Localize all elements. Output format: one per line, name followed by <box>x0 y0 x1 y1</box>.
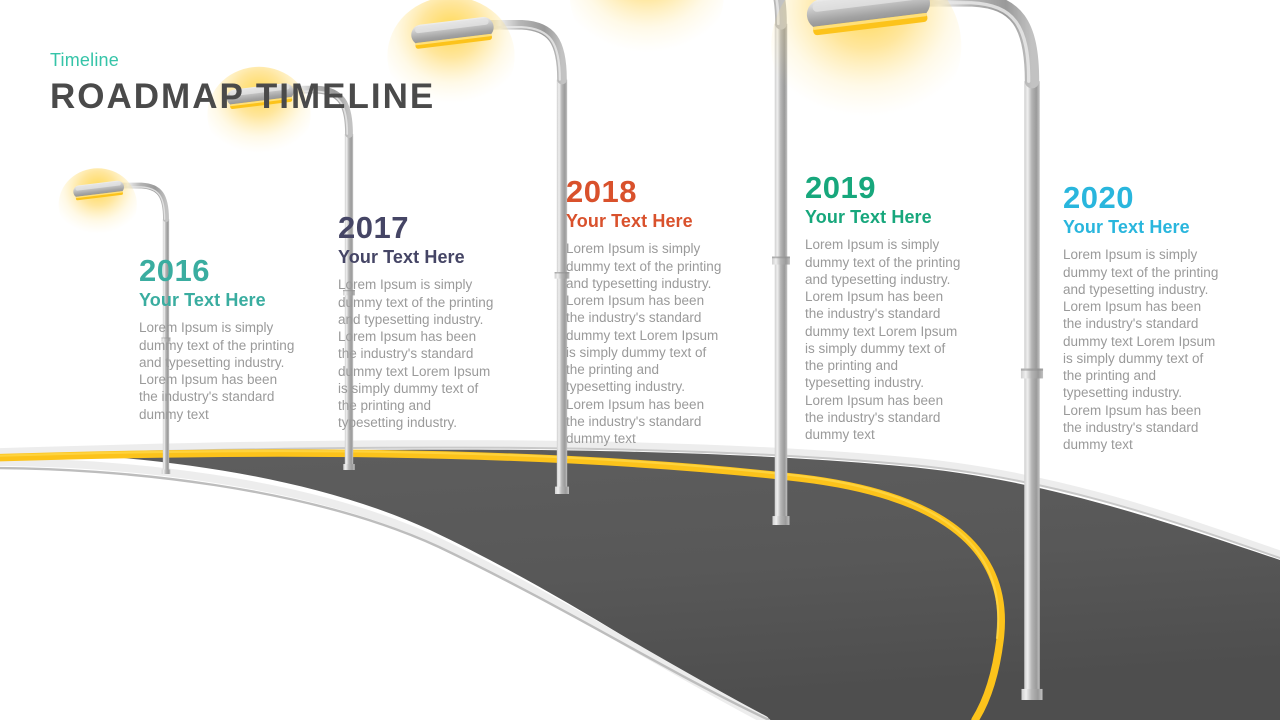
milestone-subtitle: Your Text Here <box>338 246 465 267</box>
milestone-year: 2018 <box>566 174 637 209</box>
milestone-2019: 2019 Your Text Here Lorem Ipsum is simpl… <box>805 170 961 443</box>
milestone-subtitle: Your Text Here <box>805 206 932 227</box>
milestone-body: Lorem Ipsum is simply dummy text of the … <box>566 241 722 447</box>
milestone-2016: 2016 Your Text Here Lorem Ipsum is simpl… <box>139 253 295 423</box>
milestone-body: Lorem Ipsum is simply dummy text of the … <box>805 237 961 443</box>
page-title: ROADMAP TIMELINE <box>50 77 436 116</box>
milestone-body: Lorem Ipsum is simply dummy text of the … <box>1063 247 1219 453</box>
milestone-subtitle: Your Text Here <box>139 289 266 310</box>
milestone-year: 2019 <box>805 170 876 205</box>
roadmap-timeline-slide: Timeline ROADMAP TIMELINE 2016 Your Text… <box>0 0 1280 720</box>
milestone-subtitle: Your Text Here <box>1063 216 1190 237</box>
milestone-2017: 2017 Your Text Here Lorem Ipsum is simpl… <box>338 210 498 432</box>
milestone-2020: 2020 Your Text Here Lorem Ipsum is simpl… <box>1063 180 1219 453</box>
milestone-body: Lorem Ipsum is simply dummy text of the … <box>338 277 494 431</box>
page-header: Timeline ROADMAP TIMELINE <box>50 50 435 117</box>
eyebrow-label: Timeline <box>50 50 119 70</box>
milestone-year: 2016 <box>139 253 210 288</box>
milestone-year: 2020 <box>1063 180 1134 215</box>
milestone-2018: 2018 Your Text Here Lorem Ipsum is simpl… <box>566 174 724 447</box>
milestone-body: Lorem Ipsum is simply dummy text of the … <box>139 320 295 422</box>
milestone-subtitle: Your Text Here <box>566 210 693 231</box>
milestone-year: 2017 <box>338 210 409 245</box>
